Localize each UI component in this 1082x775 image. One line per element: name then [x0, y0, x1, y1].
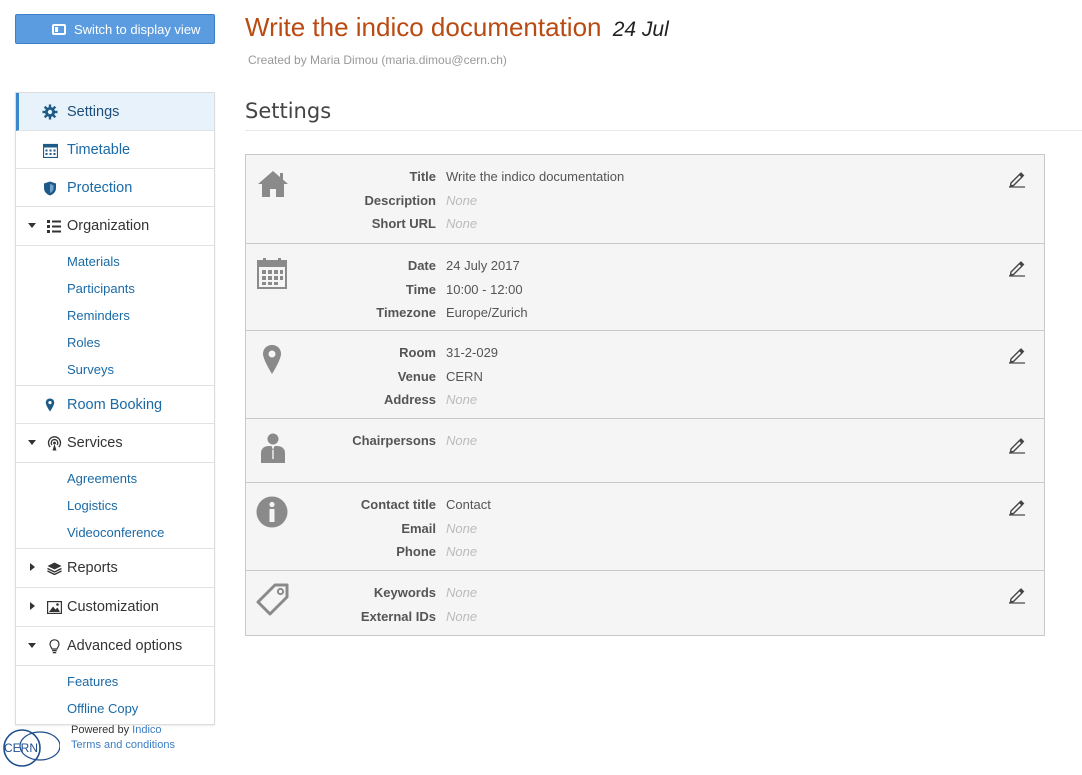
- terms-link[interactable]: Terms and conditions: [71, 739, 175, 751]
- advanced-options-submenu: Features Offline Copy: [16, 666, 214, 724]
- sidebar-item-room-booking[interactable]: Room Booking: [16, 386, 214, 424]
- sidebar-section-customization[interactable]: Customization: [16, 588, 214, 627]
- sidebar-item-timetable[interactable]: Timetable: [16, 131, 214, 169]
- edit-pencil-icon[interactable]: [1008, 498, 1026, 516]
- setting-row-venue: Venue CERN: [397, 368, 483, 384]
- calendar-icon: [42, 142, 58, 158]
- settings-group-location: Room 31-2-029 Venue CERN Address None: [246, 331, 1044, 419]
- user-icon: [256, 431, 290, 465]
- sidebar-item-logistics[interactable]: Logistics: [16, 492, 214, 519]
- sidebar-section-label: Advanced options: [67, 638, 183, 654]
- info-icon: [256, 495, 290, 529]
- sidebar-section-label: Reports: [67, 560, 118, 576]
- map-pin-icon: [256, 343, 290, 377]
- sidebar-section-organization[interactable]: Organization: [16, 207, 214, 246]
- calendar-icon: [256, 256, 290, 290]
- home-icon: [256, 167, 290, 201]
- setting-row-description: Description None: [364, 192, 478, 208]
- setting-row-room: Room 31-2-029: [399, 345, 499, 361]
- tag-icon: [256, 583, 290, 617]
- sidebar-section-label: Customization: [67, 599, 159, 615]
- chevron-down-icon: [28, 223, 36, 228]
- organization-submenu: Materials Participants Reminders Roles S…: [16, 246, 214, 386]
- setting-row-short-url: Short URL None: [371, 216, 478, 232]
- settings-group-date-time: Date 24 July 2017 Time 10:00 - 12:00 Timez…: [246, 244, 1044, 331]
- sidebar-item-label: Timetable: [67, 141, 131, 158]
- edit-pencil-icon[interactable]: [1008, 436, 1026, 454]
- settings-group-chairpersons: Chairpersons None: [246, 419, 1044, 483]
- setting-row-address: Address None: [383, 392, 478, 408]
- layers-icon: [46, 560, 62, 576]
- setting-row-phone: Phone None: [396, 544, 478, 560]
- map-pin-icon: [42, 397, 58, 413]
- settings-panel: Title Write the indico documentation Desc…: [245, 154, 1045, 636]
- svg-text:CERN: CERN: [4, 741, 38, 755]
- chevron-right-icon: [30, 602, 35, 610]
- display-view-icon: [52, 24, 66, 35]
- sidebar-item-surveys[interactable]: Surveys: [16, 356, 214, 383]
- indico-link[interactable]: Indico: [132, 724, 161, 736]
- section-divider: [245, 130, 1082, 131]
- setting-row-time: Time 10:00 - 12:00: [405, 281, 523, 297]
- sidebar-item-label: Room Booking: [67, 396, 163, 413]
- setting-row-date: Date 24 July 2017: [407, 258, 520, 274]
- edit-pencil-icon[interactable]: [1008, 586, 1026, 604]
- chevron-down-icon: [28, 440, 36, 445]
- event-date: 24 Jul: [612, 18, 669, 41]
- sidebar-section-reports[interactable]: Reports: [16, 549, 214, 588]
- sidebar-section-services[interactable]: Services: [16, 424, 214, 463]
- setting-row-title: Title Write the indico documentation: [409, 169, 625, 185]
- created-by: Created by Maria Dimou (maria.dimou@cern…: [248, 53, 507, 67]
- shield-icon: [42, 180, 58, 196]
- edit-pencil-icon[interactable]: [1008, 259, 1026, 277]
- sidebar-item-protection[interactable]: Protection: [16, 169, 214, 207]
- sidebar-item-participants[interactable]: Participants: [16, 275, 214, 302]
- list-icon: [46, 218, 62, 234]
- switch-to-display-view-button[interactable]: Switch to display view: [15, 14, 215, 44]
- setting-row-timezone: Timezone Europe/Zurich: [376, 305, 528, 321]
- sidebar-section-label: Services: [67, 435, 123, 451]
- edit-pencil-icon[interactable]: [1008, 170, 1026, 188]
- sidebar-item-materials[interactable]: Materials: [16, 248, 214, 275]
- settings-group-keywords: Keywords None External IDs None: [246, 571, 1044, 635]
- setting-row-email: Email None: [401, 520, 478, 536]
- setting-row-keywords: Keywords None: [373, 585, 478, 601]
- sidebar-item-label: Protection: [67, 179, 133, 196]
- setting-row-chairpersons: Chairpersons None: [352, 433, 478, 449]
- edit-pencil-icon[interactable]: [1008, 346, 1026, 364]
- chevron-right-icon: [30, 563, 35, 571]
- sidebar-item-videoconference[interactable]: Videoconference: [16, 519, 214, 546]
- sidebar-item-roles[interactable]: Roles: [16, 329, 214, 356]
- sidebar-item-features[interactable]: Features: [16, 668, 214, 695]
- event-title-text: Write the indico documentation: [245, 12, 602, 42]
- sidebar-item-label: Settings: [67, 103, 120, 120]
- sidebar-item-offline-copy[interactable]: Offline Copy: [16, 695, 214, 722]
- setting-row-external-ids: External IDs None: [360, 608, 478, 624]
- image-icon: [46, 599, 62, 615]
- sidebar-section-label: Organization: [67, 218, 150, 234]
- sidebar-item-reminders[interactable]: Reminders: [16, 302, 214, 329]
- switch-button-label: Switch to display view: [74, 21, 201, 37]
- sidebar-menu: Settings Timetable Protection Organizati…: [15, 92, 215, 725]
- event-title: Write the indico documentation 24 Jul: [245, 12, 669, 43]
- settings-group-general: Title Write the indico documentation Desc…: [246, 155, 1044, 244]
- page-title: Settings: [245, 99, 332, 123]
- lightbulb-icon: [46, 638, 62, 654]
- sidebar-section-advanced-options[interactable]: Advanced options: [16, 627, 214, 666]
- settings-group-contact: Contact title Contact Email None Phone None: [246, 483, 1044, 571]
- chevron-down-icon: [28, 643, 36, 648]
- services-submenu: Agreements Logistics Videoconference: [16, 463, 214, 549]
- powered-by: Powered by Indico: [71, 724, 162, 736]
- broadcast-icon: [46, 435, 62, 451]
- gear-icon: [42, 104, 58, 120]
- sidebar-item-settings[interactable]: Settings: [16, 93, 214, 131]
- setting-row-contact-title: Contact title Contact: [360, 497, 491, 513]
- powered-by-prefix: Powered by: [71, 724, 130, 736]
- sidebar-item-agreements[interactable]: Agreements: [16, 465, 214, 492]
